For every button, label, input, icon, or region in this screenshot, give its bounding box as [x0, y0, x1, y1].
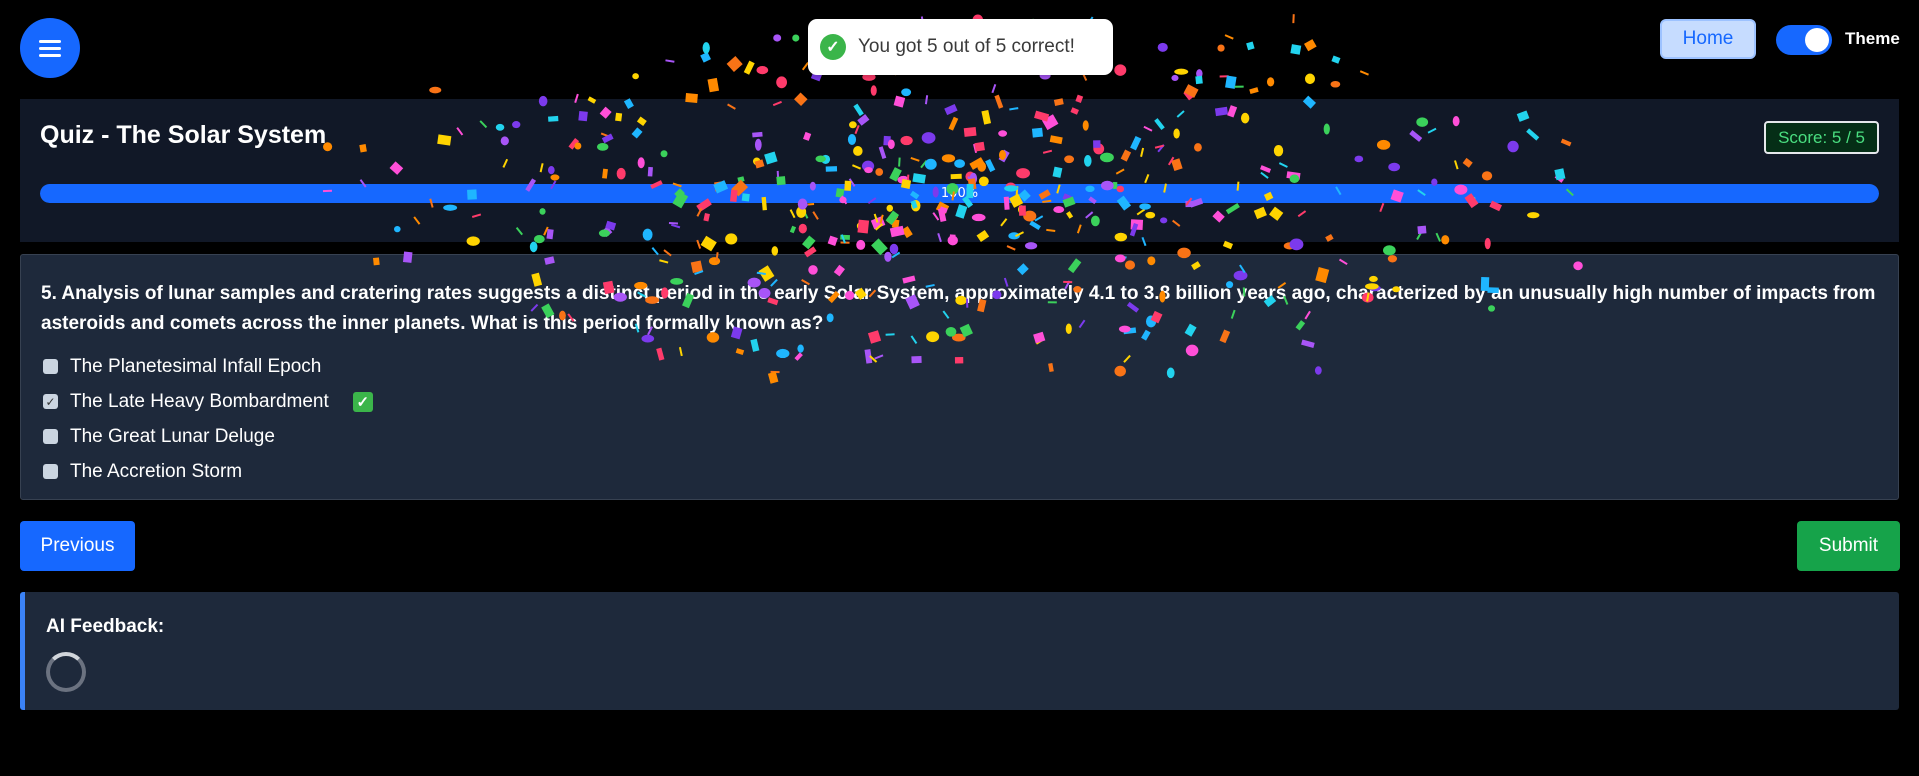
confetti-piece — [429, 86, 442, 94]
confetti-piece — [776, 76, 788, 89]
confetti-piece — [743, 60, 755, 75]
confetti-piece — [1183, 84, 1199, 98]
confetti-piece — [1304, 73, 1316, 85]
option-checkbox[interactable] — [43, 359, 58, 374]
option-label: The Great Lunar Deluge — [70, 425, 275, 447]
confetti-piece — [1114, 64, 1127, 76]
question-text: 5. Analysis of lunar samples and crateri… — [41, 283, 1876, 334]
confetti-piece — [901, 88, 912, 97]
confetti-piece — [991, 83, 997, 94]
home-button[interactable]: Home — [1660, 19, 1756, 59]
confetti-piece — [665, 59, 675, 63]
option-label: The Planetesimal Infall Epoch — [70, 355, 322, 377]
submit-button[interactable]: Submit — [1797, 521, 1900, 571]
confetti-piece — [756, 65, 769, 75]
confetti-piece — [700, 51, 711, 63]
confetti-piece — [1196, 69, 1203, 79]
quiz-header: Quiz - The Solar System Score: 5 / 5 100… — [20, 99, 1899, 242]
ai-feedback-panel: AI Feedback: — [20, 592, 1899, 710]
toggle-knob — [1805, 28, 1829, 52]
option-item[interactable]: ✓ The Late Heavy Bombardment ✓ — [43, 384, 373, 419]
option-item[interactable]: The Accretion Storm — [43, 454, 373, 489]
option-label: The Late Heavy Bombardment — [70, 390, 329, 412]
confetti-piece — [1171, 74, 1179, 82]
toast-message: You got 5 out of 5 correct! — [858, 36, 1075, 57]
options-list: The Planetesimal Infall Epoch ✓ The Late… — [43, 349, 373, 489]
confetti-piece — [1331, 55, 1341, 64]
confetti-piece — [1024, 242, 1038, 250]
confetti-piece — [529, 241, 538, 253]
option-checkbox[interactable]: ✓ — [43, 394, 58, 409]
option-checkbox[interactable] — [43, 429, 58, 444]
success-check-icon: ✓ — [820, 34, 846, 60]
option-checkbox[interactable] — [43, 464, 58, 479]
progress-fill: 100% — [40, 184, 1879, 203]
feedback-title: AI Feedback: — [46, 616, 165, 637]
quiz-page: AI-Powered Quiz Home Theme Quiz - The So… — [0, 0, 1919, 776]
previous-button[interactable]: Previous — [20, 521, 135, 571]
confetti-piece — [1006, 245, 1016, 251]
score-badge: Score: 5 / 5 — [1764, 121, 1879, 154]
confetti-piece — [726, 55, 743, 73]
confetti-piece — [1266, 77, 1275, 87]
confetti-piece — [1225, 75, 1237, 89]
confetti-piece — [1249, 87, 1259, 95]
question-card: 5. Analysis of lunar samples and crateri… — [20, 254, 1899, 500]
success-toast: ✓ You got 5 out of 5 correct! — [808, 19, 1113, 75]
theme-label: Theme — [1845, 29, 1900, 48]
option-label: The Accretion Storm — [70, 460, 243, 482]
confetti-piece — [1330, 80, 1341, 88]
confetti-piece — [632, 73, 639, 80]
loading-spinner-icon — [46, 652, 86, 692]
confetti-piece — [1359, 70, 1369, 76]
option-item[interactable]: The Great Lunar Deluge — [43, 419, 373, 454]
theme-toggle[interactable] — [1776, 25, 1832, 55]
confetti-piece — [1195, 75, 1203, 85]
quiz-title: Quiz - The Solar System — [40, 121, 327, 149]
confetti-piece — [889, 243, 899, 255]
confetti-piece — [1222, 240, 1233, 250]
confetti-piece — [870, 85, 877, 96]
confetti-piece — [1174, 68, 1189, 75]
confetti-piece — [707, 77, 720, 93]
progress-bar: 100% — [40, 184, 1879, 203]
confetti-piece — [1283, 242, 1296, 250]
option-item[interactable]: The Planetesimal Infall Epoch — [43, 349, 373, 384]
correct-check-icon: ✓ — [352, 391, 373, 412]
